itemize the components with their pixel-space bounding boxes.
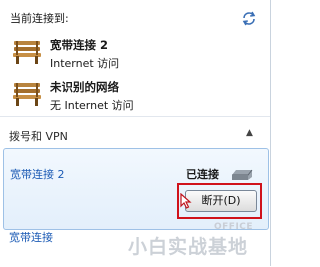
disconnect-button[interactable]: 断开(D): [185, 190, 257, 212]
network-bench-icon: [13, 83, 41, 106]
section-divider: [0, 116, 270, 117]
connection-status: 已连接: [186, 168, 219, 181]
connection-access: 无 Internet 访问: [50, 99, 134, 112]
watermark-small: OFFICE: [214, 222, 254, 232]
connection-item-broadband-2[interactable]: 宽带连接 2 Internet 访问: [8, 37, 258, 75]
connection-access: Internet 访问: [50, 57, 120, 70]
selected-connection-name: 宽带连接 2: [10, 168, 65, 181]
connection-item-unidentified[interactable]: 未识别的网络 无 Internet 访问: [8, 79, 258, 117]
currently-connected-header: 当前连接到:: [10, 12, 69, 25]
connection-name: 未识别的网络: [50, 80, 119, 94]
network-bench-icon: [13, 41, 41, 64]
dialup-vpn-header[interactable]: 拨号和 VPN: [9, 128, 68, 144]
connection-item-broadband[interactable]: 宽带连接: [9, 229, 53, 245]
refresh-icon[interactable]: [241, 10, 257, 26]
mouse-cursor-icon: [180, 193, 192, 209]
modem-device-icon: [232, 169, 253, 180]
connection-name: 宽带连接 2: [50, 38, 109, 52]
collapse-caret-icon[interactable]: ▲: [246, 128, 253, 138]
watermark-text: 小白实战基地: [128, 236, 249, 258]
network-flyout: 当前连接到: 宽带连接 2 Internet 访问 未识别的网络 无 Inter…: [0, 0, 271, 267]
